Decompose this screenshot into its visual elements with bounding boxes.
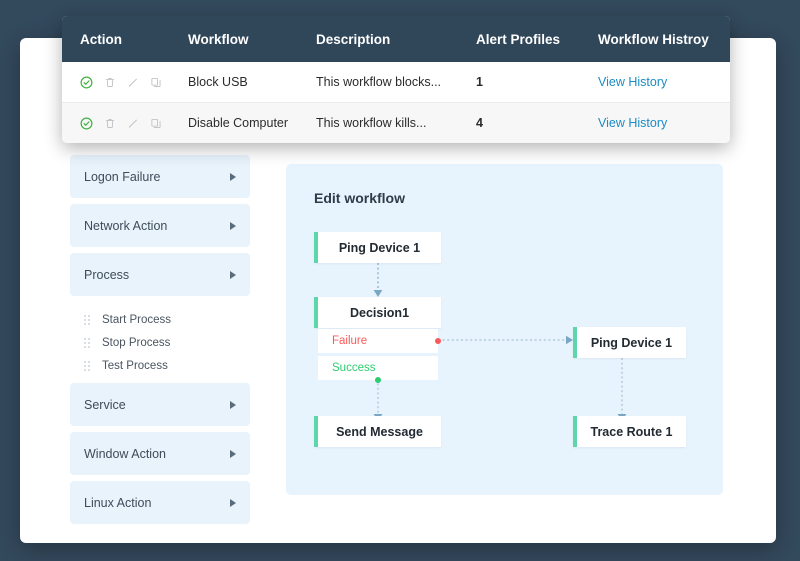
workflow-editor-panel: Edit workflow Ping Device 1 Decision1 Fa…	[286, 164, 723, 495]
node-label: Ping Device 1	[338, 240, 421, 255]
chevron-right-icon	[230, 449, 236, 458]
workflow-branch-failure[interactable]: Failure	[318, 329, 441, 353]
accordion-label: Network Action	[84, 218, 168, 233]
workflow-node-decision1[interactable]: Decision1	[314, 297, 441, 328]
accordion-item-window-action[interactable]: Window Action	[70, 432, 250, 475]
table-header-row: Action Workflow Description Alert Profil…	[62, 16, 730, 62]
workflow-node-send-message[interactable]: Send Message	[314, 416, 441, 447]
accordion-label: Window Action	[84, 446, 166, 461]
sub-item-label: Stop Process	[102, 336, 171, 349]
sub-item-start-process[interactable]: Start Process	[70, 308, 250, 331]
accordion-label: Process	[84, 267, 130, 282]
table-header: Action Workflow Description Alert Profil…	[62, 16, 730, 62]
copy-icon[interactable]	[150, 76, 162, 89]
accordion-label: Service	[84, 397, 126, 412]
workflow-node-ping-device-1[interactable]: Ping Device 1	[314, 232, 441, 263]
column-header-description: Description	[316, 16, 476, 62]
chevron-right-icon	[230, 270, 236, 279]
drag-handle-icon[interactable]	[84, 337, 91, 348]
accordion-sublist-process: Start Process Stop Process Test Process	[70, 302, 250, 383]
accordion-item-linux-action[interactable]: Linux Action	[70, 481, 250, 524]
branch-connector-dot-failure[interactable]	[435, 338, 441, 344]
chevron-right-icon	[230, 498, 236, 507]
trash-icon[interactable]	[104, 76, 116, 89]
cell-alert-profiles: 1	[476, 62, 598, 103]
cell-workflow: Block USB	[188, 62, 316, 103]
cell-workflow-history: View History	[598, 102, 730, 143]
chevron-right-icon	[230, 400, 236, 409]
sub-item-test-process[interactable]: Test Process	[70, 354, 250, 377]
branch-connector-dot-success[interactable]	[375, 377, 381, 383]
workflow-branch-success[interactable]: Success	[318, 356, 438, 383]
workflow-table-card: Action Workflow Description Alert Profil…	[62, 16, 730, 143]
node-label: Ping Device 1	[590, 335, 673, 350]
alert-count: 1	[476, 75, 483, 89]
cell-workflow: Disable Computer	[188, 102, 316, 143]
alert-count: 4	[476, 116, 483, 130]
sub-item-label: Test Process	[102, 359, 168, 372]
accordion-item-process[interactable]: Process	[70, 253, 250, 296]
trash-icon[interactable]	[104, 117, 116, 130]
drag-handle-icon[interactable]	[84, 360, 91, 371]
copy-icon[interactable]	[150, 117, 162, 130]
drag-handle-icon[interactable]	[84, 314, 91, 325]
cell-description: This workflow blocks...	[316, 62, 476, 103]
accordion-item-logon-failure[interactable]: Logon Failure	[70, 155, 250, 198]
action-accordion: Logon Failure Network Action Process Sta…	[70, 155, 250, 530]
check-circle-icon[interactable]	[80, 117, 93, 130]
row-actions-cell	[62, 62, 188, 103]
chevron-right-icon	[230, 172, 236, 181]
table-body: Block USB This workflow blocks... 1 View…	[62, 62, 730, 143]
sub-item-label: Start Process	[102, 313, 172, 326]
accordion-label: Linux Action	[84, 495, 152, 510]
branch-label: Success	[332, 362, 376, 374]
node-label: Decision1	[349, 305, 410, 320]
column-header-workflow: Workflow	[188, 16, 316, 62]
column-header-action: Action	[62, 16, 188, 62]
workflow-node-ping-device-1-right[interactable]: Ping Device 1	[573, 327, 686, 358]
cell-alert-profiles: 4	[476, 102, 598, 143]
table-row[interactable]: Block USB This workflow blocks... 1 View…	[62, 62, 730, 103]
view-history-link[interactable]: View History	[598, 75, 667, 89]
sub-item-stop-process[interactable]: Stop Process	[70, 331, 250, 354]
workflow-node-trace-route-1[interactable]: Trace Route 1	[573, 416, 686, 447]
pencil-icon[interactable]	[127, 76, 139, 89]
workflow-table: Action Workflow Description Alert Profil…	[62, 16, 730, 143]
node-label: Trace Route 1	[590, 424, 673, 439]
accordion-label: Logon Failure	[84, 169, 161, 184]
cell-description: This workflow kills...	[316, 102, 476, 143]
row-actions-cell	[62, 102, 188, 143]
accordion-item-network-action[interactable]: Network Action	[70, 204, 250, 247]
node-label: Send Message	[336, 424, 423, 439]
pencil-icon[interactable]	[127, 117, 139, 130]
column-header-workflow-history: Workflow Histroy	[598, 16, 730, 62]
view-history-link[interactable]: View History	[598, 116, 667, 130]
chevron-right-icon	[230, 221, 236, 230]
column-header-alert-profiles: Alert Profiles	[476, 16, 598, 62]
branch-label: Failure	[332, 335, 368, 347]
check-circle-icon[interactable]	[80, 76, 93, 89]
table-row[interactable]: Disable Computer This workflow kills... …	[62, 102, 730, 143]
accordion-item-service[interactable]: Service	[70, 383, 250, 426]
cell-workflow-history: View History	[598, 62, 730, 103]
